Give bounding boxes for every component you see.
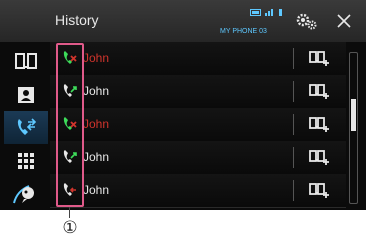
voice-dial-icon [13,184,34,203]
close-button[interactable] [333,11,355,31]
divider [293,48,294,69]
list-item[interactable]: John [50,42,346,76]
history-list: John John John John John [50,42,346,210]
sidebar-item-keypad[interactable] [4,144,48,177]
sidebar-item-phonebook[interactable] [4,44,48,77]
battery-icon [250,9,282,16]
call-history-icon [17,117,37,135]
list-item[interactable]: John [50,75,346,109]
add-to-phonebook-icon[interactable] [308,48,330,68]
divider [293,81,294,102]
add-to-phonebook-icon[interactable] [308,180,330,200]
sidebar-item-voice-dial[interactable] [4,177,48,210]
divider [293,114,294,135]
list-item[interactable]: John [50,108,346,142]
phone-screen: History MY PHONE 03 John John John John … [0,0,366,210]
callout-highlight-box [56,43,84,207]
sidebar-item-call-history[interactable] [4,111,48,144]
keypad-icon [18,152,34,169]
add-to-phonebook-icon[interactable] [308,81,330,101]
contact-name: John [83,84,110,98]
sidebar [0,42,48,210]
sidebar-item-contacts[interactable] [4,78,48,111]
add-to-phonebook-icon[interactable] [308,147,330,167]
contact-name: John [83,117,110,131]
page-title: History [55,12,99,28]
list-item[interactable]: John [50,174,346,208]
close-icon [337,14,351,28]
contacts-icon [18,86,34,103]
contact-name: John [83,183,110,197]
divider [293,147,294,168]
list-item[interactable]: John [50,141,346,175]
contact-name: John [83,150,110,164]
device-name: MY PHONE 03 [220,28,267,35]
status-icons [250,8,286,19]
settings-button[interactable] [295,11,319,31]
header-bar: History MY PHONE 03 [0,0,366,42]
scrollbar[interactable] [349,52,358,204]
add-to-phonebook-icon[interactable] [308,114,330,134]
scrollbar-thumb[interactable] [351,99,356,131]
phonebook-icon [15,52,37,69]
status-area: MY PHONE 03 [220,6,290,36]
divider [293,180,294,201]
callout-line [69,207,70,218]
gear-icon [296,13,317,30]
contact-name: John [83,51,110,65]
callout-number: ① [62,218,78,238]
